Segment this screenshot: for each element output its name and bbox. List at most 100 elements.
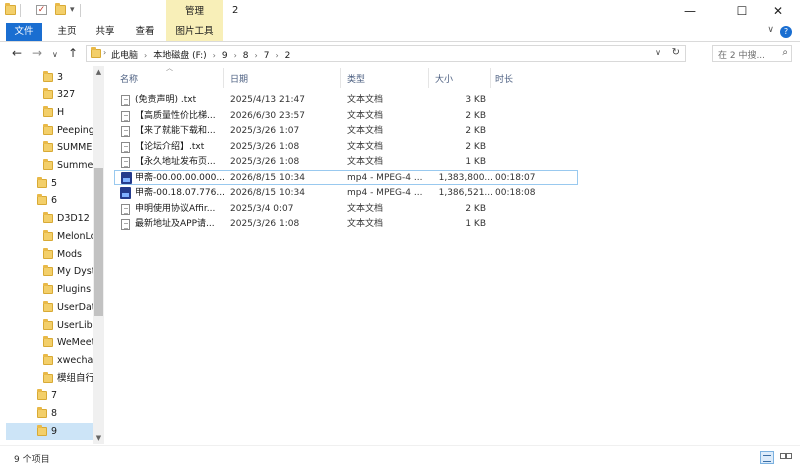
nav-folder-userlibs[interactable]: UserLibs — [43, 317, 93, 334]
nav-folder-327[interactable]: 327 — [43, 86, 93, 103]
file-size: 1,386,521... — [438, 188, 493, 198]
file-name: 申明使用协议Affir... — [135, 204, 216, 214]
nav-folder-6[interactable]: 6 — [37, 192, 93, 209]
tab-picture-tools[interactable]: 图片工具 — [166, 23, 223, 41]
nav-folder-xwechat[interactable]: xwechat — [43, 352, 93, 369]
file-row[interactable]: 甲斋-00.18.07.776... 2026/8/15 10:34 mp4 -… — [114, 186, 578, 201]
folder-icon — [43, 124, 53, 135]
breadcrumb-7[interactable]: 7 — [264, 51, 270, 61]
chevron-right-icon[interactable]: › — [103, 48, 106, 57]
nav-folder-summer[interactable]: Summer — [43, 157, 93, 174]
help-icon[interactable]: ? — [780, 26, 792, 38]
nav-folder-userdata[interactable]: UserDat — [43, 299, 93, 316]
chevron-right-icon[interactable]: › — [234, 51, 237, 60]
file-duration — [495, 202, 565, 217]
nav-folder-summe[interactable]: SUMME — [43, 139, 93, 156]
manage-context-tab-header[interactable]: 管理 — [166, 0, 223, 23]
file-row[interactable]: 【永久地址发布页... 2025/3/26 1:08 文本文档 1 KB — [114, 155, 578, 170]
up-button[interactable]: ↑ — [68, 47, 78, 59]
file-row[interactable]: 申明使用协议Affir... 2025/3/4 0:07 文本文档 2 KB — [114, 202, 578, 217]
address-bar[interactable]: › 此电脑 › 本地磁盘 (F:) › 9 › 8 › 7 › 2 ∨ ↻ — [86, 45, 686, 62]
video-file-icon — [120, 187, 131, 199]
breadcrumb-2[interactable]: 2 — [285, 51, 291, 61]
tab-share[interactable]: 共享 — [90, 23, 120, 41]
folder-icon — [43, 372, 53, 383]
nav-folder-h[interactable]: H — [43, 104, 93, 121]
column-header-date[interactable]: 日期 — [230, 72, 248, 85]
file-date: 2025/4/13 21:47 — [230, 95, 305, 105]
file-name: 甲斋-00.18.07.776... — [135, 188, 225, 198]
breadcrumb-8[interactable]: 8 — [243, 51, 249, 61]
chevron-right-icon[interactable]: › — [213, 51, 216, 60]
forward-button[interactable]: → — [32, 47, 42, 59]
file-duration — [495, 217, 565, 232]
chevron-right-icon[interactable]: › — [144, 51, 147, 60]
text-file-icon — [121, 111, 130, 122]
file-name: 最新地址及APP请... — [135, 219, 215, 229]
nav-folder-wemeet[interactable]: WeMeet — [43, 334, 93, 351]
breadcrumb-drive-f[interactable]: 本地磁盘 (F:) — [153, 51, 206, 61]
nav-folder-melonloader[interactable]: MelonLo — [43, 228, 93, 245]
text-file-icon — [121, 157, 130, 168]
scroll-down-icon[interactable]: ▼ — [93, 434, 104, 442]
column-divider[interactable] — [223, 68, 224, 88]
address-history-dropdown-icon[interactable]: ∨ — [655, 48, 661, 57]
column-header-duration[interactable]: 时长 — [495, 72, 513, 85]
new-folder-icon[interactable] — [55, 3, 66, 15]
nav-folder-8[interactable]: 8 — [37, 405, 93, 422]
nav-folder-my-dyst[interactable]: My Dyst — [43, 263, 93, 280]
file-row[interactable]: (免责声明) .txt 2025/4/13 21:47 文本文档 3 KB — [114, 93, 578, 108]
scroll-up-icon[interactable]: ▲ — [93, 68, 104, 76]
breadcrumb-this-pc[interactable]: 此电脑 — [111, 51, 138, 61]
file-row[interactable]: 【论坛介绍】.txt 2025/3/26 1:08 文本文档 2 KB — [114, 140, 578, 155]
file-name: 【论坛介绍】.txt — [135, 142, 205, 152]
chevron-right-icon[interactable]: › — [275, 51, 278, 60]
tab-file[interactable]: 文件 — [6, 23, 42, 41]
navigation-scrollbar-thumb[interactable] — [94, 168, 103, 316]
refresh-icon[interactable]: ↻ — [672, 47, 680, 58]
file-duration — [495, 124, 565, 139]
details-view-icon[interactable] — [760, 451, 774, 464]
tab-view[interactable]: 查看 — [130, 23, 160, 41]
nav-folder-d3d12[interactable]: D3D12 — [43, 210, 93, 227]
file-row[interactable]: 【来了就能下载和... 2025/3/26 1:07 文本文档 2 KB — [114, 124, 578, 139]
nav-folder-mods-self[interactable]: 模组自行 — [43, 370, 93, 387]
ribbon-expand-icon[interactable]: ∨ — [767, 25, 774, 35]
folder-icon — [37, 389, 47, 400]
file-size: 2 KB — [465, 142, 486, 152]
nav-folder-7[interactable]: 7 — [37, 387, 93, 404]
column-divider[interactable] — [490, 68, 491, 88]
column-divider[interactable] — [428, 68, 429, 88]
tab-home[interactable]: 主页 — [52, 23, 82, 41]
large-icons-view-icon[interactable] — [778, 451, 792, 464]
close-button[interactable]: ✕ — [756, 0, 800, 23]
column-divider[interactable] — [340, 68, 341, 88]
file-duration: 00:18:07 — [495, 173, 536, 183]
file-duration — [495, 155, 565, 170]
nav-folder-3[interactable]: 3 — [43, 69, 93, 86]
file-size: 1 KB — [465, 157, 486, 167]
column-header-size[interactable]: 大小 — [435, 72, 453, 85]
nav-folder-5[interactable]: 5 — [37, 175, 93, 192]
nav-folder-peeping[interactable]: Peeping — [43, 122, 93, 139]
file-row[interactable]: 【高质量性价比梯... 2026/6/30 23:57 文本文档 2 KB — [114, 109, 578, 124]
recent-locations-dropdown[interactable]: ∨ — [52, 49, 58, 61]
column-header-type[interactable]: 类型 — [347, 72, 365, 85]
chevron-right-icon[interactable]: › — [255, 51, 258, 60]
quick-access-dropdown-icon[interactable]: ▾ — [70, 5, 75, 15]
file-row[interactable]: 最新地址及APP请... 2025/3/26 1:08 文本文档 1 KB — [114, 217, 578, 232]
nav-folder-mods[interactable]: Mods — [43, 246, 93, 263]
file-size: 1 KB — [465, 219, 486, 229]
title-bar: ✓ ▾ 管理 2 — ☐ ✕ — [0, 0, 800, 23]
properties-icon[interactable]: ✓ — [36, 5, 47, 15]
search-input[interactable]: 在 2 中搜... — [718, 48, 765, 61]
back-button[interactable]: ← — [12, 47, 22, 59]
nav-folder-plugins[interactable]: Plugins — [43, 281, 93, 298]
breadcrumb-9[interactable]: 9 — [222, 51, 228, 61]
nav-folder-9-selected[interactable]: 9 — [6, 423, 93, 440]
search-box[interactable]: 在 2 中搜... ⌕ — [712, 45, 792, 62]
minimize-button[interactable]: — — [668, 0, 712, 23]
column-header-name[interactable]: 名称 — [120, 72, 138, 85]
file-row-selected[interactable]: 甲斋-00.00.00.000... 2026/8/15 10:34 mp4 -… — [114, 170, 578, 185]
search-icon[interactable]: ⌕ — [782, 47, 788, 58]
